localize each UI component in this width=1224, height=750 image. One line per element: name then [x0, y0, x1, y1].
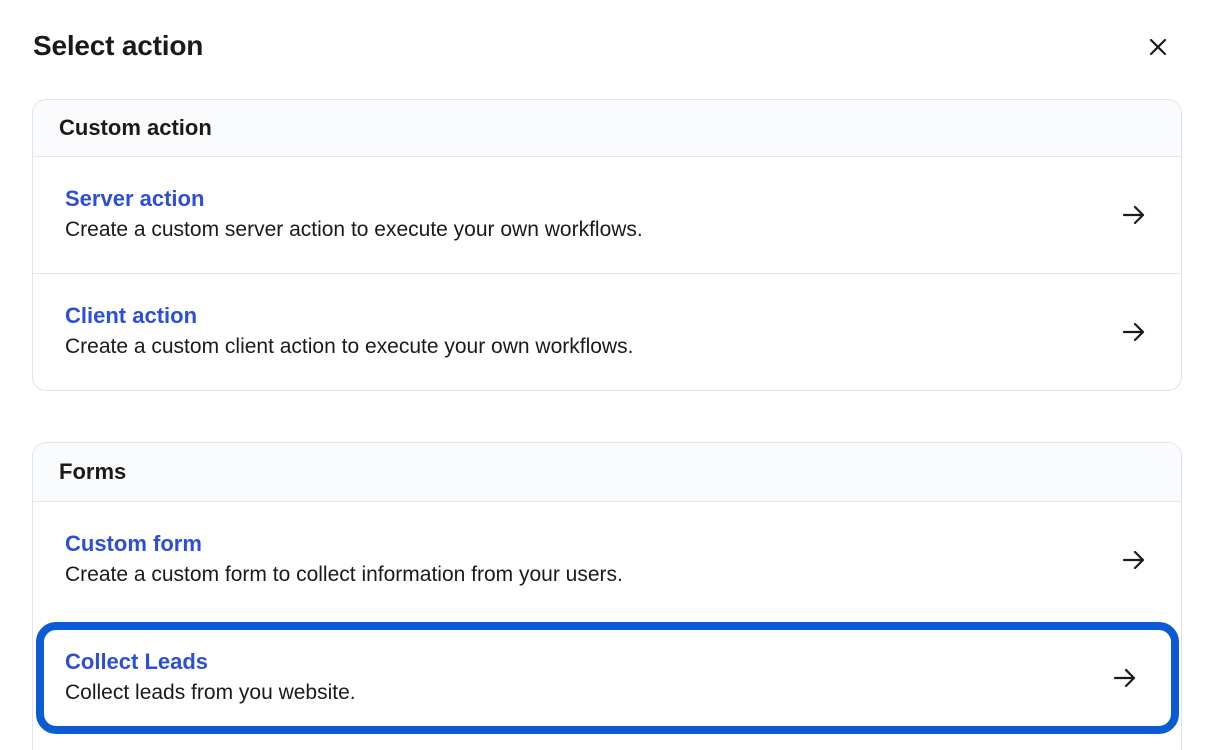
arrow-right-icon: [1121, 319, 1147, 345]
custom-action-section: Custom action Server action Create a cus…: [32, 99, 1182, 391]
server-action-option[interactable]: Server action Create a custom server act…: [33, 157, 1181, 273]
arrow-right-icon: [1121, 202, 1147, 228]
arrow-right-icon: [1121, 547, 1147, 573]
select-action-dialog: Select action Custom action Server actio…: [0, 0, 1224, 750]
option-title: Custom form: [65, 531, 202, 556]
option-title: Collect Leads: [65, 649, 209, 674]
custom-form-option[interactable]: Custom form Create a custom form to coll…: [33, 502, 1181, 618]
option-description: Create a custom form to collect informat…: [65, 563, 623, 586]
arrow-right-icon: [1112, 665, 1138, 691]
section-header: Forms: [33, 443, 1181, 502]
option-description: Create a custom server action to execute…: [65, 218, 643, 241]
option-description: Create a custom client action to execute…: [65, 334, 634, 358]
option-title: Client action: [65, 302, 198, 328]
option-title: Server action: [65, 186, 205, 211]
close-button[interactable]: [1142, 31, 1174, 63]
close-icon: [1148, 37, 1168, 57]
section-header: Custom action: [33, 100, 1181, 157]
dialog-title: Select action: [33, 30, 204, 61]
client-action-option[interactable]: Client action Create a custom client act…: [33, 273, 1181, 389]
option-description: Collect leads from you website.: [65, 681, 356, 704]
collect-leads-option[interactable]: Collect Leads Collect leads from you web…: [36, 622, 1179, 734]
